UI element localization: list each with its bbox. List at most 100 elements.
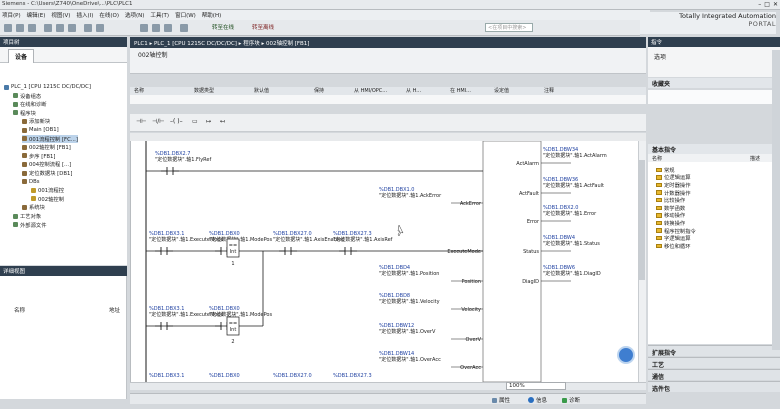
menu-item-0[interactable]: 项目(P) [2, 10, 21, 20]
tree-item[interactable]: 001流程控制 [FC...] [22, 134, 78, 143]
tree-node-icon [13, 110, 18, 116]
menu-item-8[interactable]: 帮助(H) [202, 10, 221, 20]
folder-icon [656, 243, 662, 248]
iface-col-4: 从 HMI/OPC... [354, 88, 388, 94]
tree-item[interactable]: 程序块 [13, 109, 36, 117]
go-online-button[interactable]: 转至在线 [212, 23, 234, 31]
tree-item-label: 002轴控制 [38, 196, 65, 203]
project-search-input[interactable]: <在项目中搜索> [485, 23, 533, 32]
paste-icon[interactable] [68, 24, 76, 32]
mouse-cursor-icon [397, 224, 404, 237]
tree-item[interactable]: 001流程控 [31, 186, 64, 194]
menu-item-6[interactable]: 工具(T) [150, 10, 169, 20]
output-tag-1: "定位数据块".轴1.ActAlarm [543, 152, 607, 159]
download-icon[interactable] [152, 24, 160, 32]
interface-columns: 名称 数据类型 默认值 保持 从 HMI/OPC... 从 H... 在 HMI... 设定值… [130, 87, 646, 95]
menu-item-4[interactable]: 在线(O) [99, 10, 119, 20]
menu-item-2[interactable]: 视图(V) [51, 10, 70, 20]
new-project-icon[interactable] [4, 24, 12, 32]
contact-flyref-tag: "定位数据块".轴1.FlyRef [155, 156, 212, 163]
tab-properties[interactable]: 属性 [492, 396, 510, 404]
menu-item-3[interactable]: 插入(I) [76, 10, 93, 20]
tree-item[interactable]: 002轴控制 [31, 195, 64, 203]
instruction-folder[interactable]: 移位和循环 [656, 242, 691, 250]
tab-devices[interactable]: 设备 [8, 49, 35, 64]
input-pin-5: OverAcc [460, 365, 481, 371]
output-tag-5: "定位数据块".轴1.DiagID [543, 270, 601, 277]
tree-item[interactable]: 002轴控制 [FB1] [22, 143, 71, 151]
upload-icon[interactable] [164, 24, 172, 32]
compile-icon[interactable] [140, 24, 148, 32]
folder-icon [656, 220, 662, 226]
close-branch-icon[interactable]: ↤ [220, 118, 225, 125]
empty-box-icon[interactable]: ▭ [192, 118, 198, 125]
tree-item[interactable]: 在线和诊断 [13, 100, 47, 108]
floating-help-button[interactable] [617, 346, 635, 364]
section-0[interactable]: 扩展指令 [648, 345, 780, 357]
input-pin-2: Position [462, 279, 481, 285]
tree-item[interactable]: PLC_1 [CPU 1215C DC/DC/DC] [4, 83, 91, 91]
contact-axisref-tag: "定位数据块".轴1.AxisRef [333, 236, 393, 243]
coil-icon[interactable]: –( )– [170, 118, 183, 125]
maximize-icon[interactable]: □ [764, 1, 770, 8]
tab-diagnostics[interactable]: 诊断 [562, 396, 580, 404]
tree-item[interactable]: DBs [22, 178, 39, 186]
close-icon[interactable]: ✕ [773, 1, 778, 8]
menu-item-7[interactable]: 窗口(W) [175, 10, 196, 20]
copy-icon[interactable] [56, 24, 64, 32]
input-tag-2: "定位数据块".轴1.Position [379, 270, 439, 277]
undo-icon[interactable] [84, 24, 92, 32]
tree-node-icon [4, 84, 9, 90]
minimize-icon[interactable]: – [758, 1, 761, 8]
section-1[interactable]: 工艺 [648, 357, 780, 369]
tree-node-icon [13, 213, 18, 219]
tree-item-label: 外部源文件 [20, 222, 47, 229]
save-project-icon[interactable] [28, 24, 36, 32]
interface-row[interactable] [130, 95, 646, 105]
tree-item[interactable]: 外部源文件 [13, 221, 47, 229]
basic-columns: 名称 描述 [648, 154, 780, 162]
basic-instructions-section[interactable]: 基本指令 [648, 144, 780, 154]
output-pin-3: Error [527, 219, 540, 225]
input-tag-5: "定位数据块".轴1.OverAcc [379, 356, 441, 363]
menu-item-5[interactable]: 选项(N) [125, 10, 144, 20]
tab-info[interactable]: 信息 [528, 396, 547, 404]
favorites-section[interactable]: 收藏夹 [648, 78, 780, 88]
tree-item[interactable]: 步序 [FB1] [22, 152, 55, 160]
tree-item[interactable]: 系统块 [22, 203, 45, 211]
contact-nc-icon[interactable]: ⊣/⊢ [152, 118, 164, 125]
tree-item[interactable]: 定位数据块 [DB1] [22, 169, 72, 177]
cut-icon[interactable] [44, 24, 52, 32]
scroll-thumb[interactable] [639, 160, 645, 280]
simulate-icon[interactable] [180, 24, 188, 32]
contact-no-icon[interactable]: ⊣⊢ [136, 118, 146, 125]
folder-icon [656, 182, 662, 188]
detail-col-name: 名称 [14, 308, 26, 314]
redo-icon[interactable] [96, 24, 104, 32]
input-tag-4: "定位数据块".轴1.OverV [379, 328, 436, 335]
tree-item-label: 001流程控 [38, 188, 65, 195]
open-project-icon[interactable] [16, 24, 24, 32]
menu-item-1[interactable]: 编辑(E) [27, 10, 46, 20]
zoom-select[interactable]: 100% [506, 382, 566, 390]
output-pin-1: ActAlarm [516, 161, 539, 167]
section-3[interactable]: 选件包 [648, 381, 780, 393]
tree-item[interactable]: 设备组态 [13, 92, 41, 100]
tree-item-label: 设备组态 [20, 93, 42, 100]
ladder-canvas[interactable]: %DB1.DBX2.7 "定位数据块".轴1.FlyRef %DB1.DBX3.1 "… [130, 141, 646, 382]
detail-col-address: 地址 [108, 308, 120, 314]
brand-logo: Totally Integrated Automation PORTAL [636, 12, 776, 34]
tree-item-label: DBs [29, 178, 40, 185]
tree-item[interactable]: 工艺对象 [13, 212, 41, 220]
horizontal-scrollbar[interactable] [130, 382, 646, 390]
output-pin-2: ActFault [519, 191, 539, 197]
tree-item[interactable]: Main [OB1] [22, 126, 59, 134]
vertical-task-tabs[interactable] [772, 50, 780, 350]
tree-item[interactable]: 004控制流程 [...] [22, 160, 71, 168]
detail-view-header[interactable]: 详细视图 [0, 266, 127, 276]
tree-item[interactable]: 添加新块 [22, 117, 50, 125]
section-2[interactable]: 通信 [648, 369, 780, 381]
tree-node-icon [13, 93, 18, 99]
open-branch-icon[interactable]: ↦ [206, 118, 211, 125]
go-offline-button[interactable]: 转至离线 [252, 23, 274, 31]
